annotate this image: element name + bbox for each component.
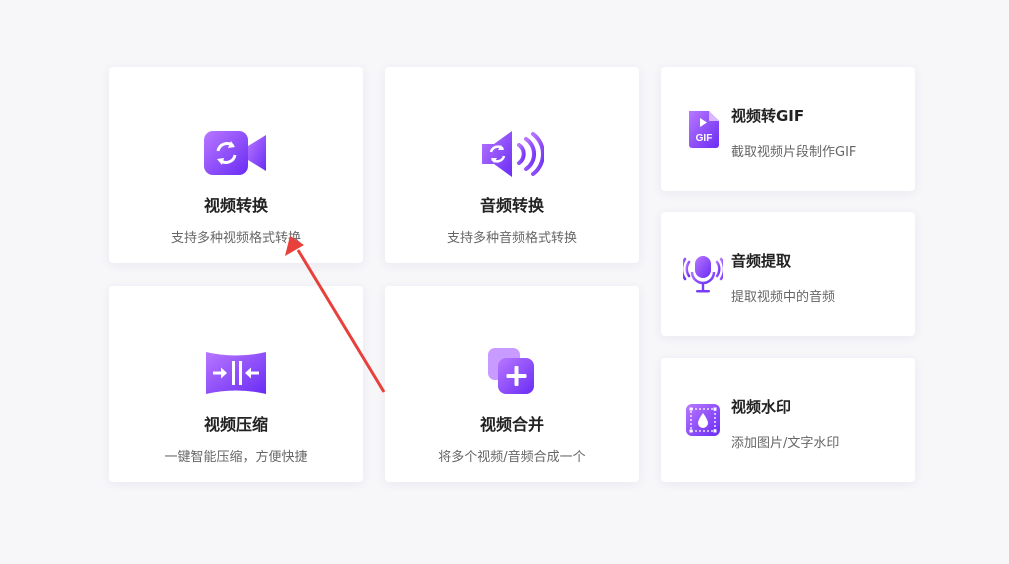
audio-convert-icon: [482, 131, 544, 177]
card-description: 一键智能压缩，方便快捷: [164, 450, 308, 465]
card-title: 音频转换: [479, 196, 544, 215]
card-title: 音频提取: [731, 252, 792, 270]
video-to-gif-card[interactable]: GIF 视频转GIF 截取视频片段制作GIF: [661, 67, 915, 191]
video-convert-icon: [204, 131, 266, 175]
card-description: 添加图片/文字水印: [731, 436, 840, 451]
microphone-icon: [683, 256, 723, 293]
card-description: 截取视频片段制作GIF: [731, 145, 857, 160]
compress-icon: [206, 352, 266, 394]
card-description: 将多个视频/音频合成一个: [438, 450, 586, 465]
card-title: 视频转换: [203, 196, 268, 215]
audio-extract-card[interactable]: 音频提取 提取视频中的音频: [661, 212, 915, 336]
card-description: 支持多种视频格式转换: [170, 231, 301, 246]
video-merge-card[interactable]: 视频合并 将多个视频/音频合成一个: [385, 286, 639, 482]
gif-icon-text: GIF: [696, 133, 713, 144]
card-title: 视频压缩: [203, 415, 268, 434]
card-title: 视频合并: [479, 415, 544, 434]
watermark-icon: [686, 404, 720, 436]
video-convert-card[interactable]: 视频转换 支持多种视频格式转换: [109, 67, 363, 263]
card-description: 支持多种音频格式转换: [446, 231, 577, 246]
video-watermark-card[interactable]: 视频水印 添加图片/文字水印: [661, 358, 915, 482]
audio-convert-card[interactable]: 音频转换 支持多种音频格式转换: [385, 67, 639, 263]
gif-file-icon: GIF: [689, 111, 719, 148]
card-description: 提取视频中的音频: [731, 290, 836, 305]
merge-plus-icon: [488, 348, 534, 394]
video-compress-card[interactable]: 视频压缩 一键智能压缩，方便快捷: [109, 286, 363, 482]
card-title: 视频转GIF: [731, 107, 805, 125]
card-title: 视频水印: [731, 398, 792, 416]
